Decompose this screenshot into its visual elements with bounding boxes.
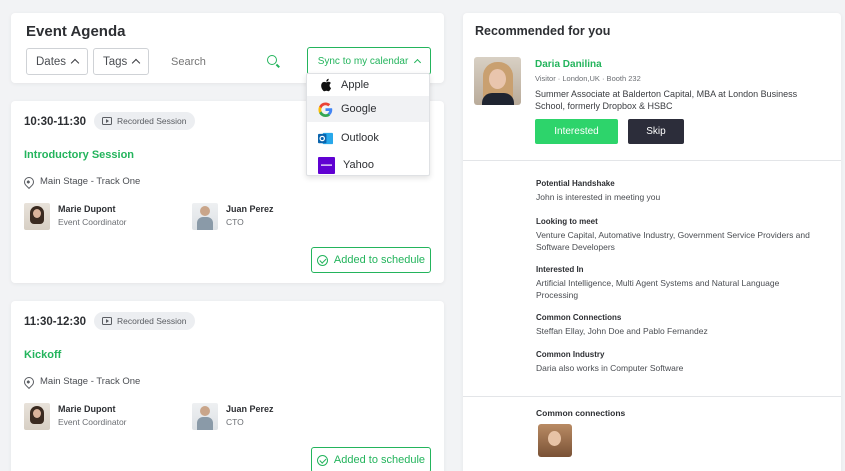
outlook-icon [318,131,333,146]
chevron-up-icon [414,58,422,67]
calendar-option-yahoo[interactable]: Yahoo [307,156,429,174]
video-icon [102,317,112,325]
profile-meta: Visitor · London,UK · Booth 232 [535,74,641,83]
calendar-option-label: Apple [341,79,370,91]
detail-label: Common Industry [536,350,605,359]
profile-avatar[interactable] [474,57,521,105]
speaker-name: Juan Perez [226,204,274,214]
badge-label: Recorded Session [117,116,187,126]
detail-value: Artificial Intelligence, Multi Agent Sys… [536,278,780,300]
recommended-panel: Recommended for you Daria Danilina Visit… [463,13,841,471]
sync-calendar-label: Sync to my calendar [317,55,409,67]
avatar [192,203,218,230]
session-time: 10:30-11:30 [24,116,87,128]
avatar [24,403,50,430]
location-pin-icon [21,374,37,389]
interested-button[interactable]: Interested [535,119,618,144]
skip-button[interactable]: Skip [628,119,684,144]
speaker-name: Juan Perez [226,404,274,414]
speaker-name: Marie Dupont [58,404,116,414]
calendar-option-label: Google [341,103,377,115]
calendar-dropdown: Apple Google Outlook Yahoo [306,73,430,176]
search-input[interactable] [161,55,251,68]
speaker-name: Marie Dupont [58,204,116,214]
common-connections-label: Common connections [536,408,626,418]
detail-label: Potential Handshake [536,179,615,188]
session-title[interactable]: Kickoff [24,349,61,361]
check-circle-icon [316,254,328,266]
apple-icon [318,78,333,93]
divider [463,396,841,397]
added-to-schedule-label: Added to schedule [333,254,426,266]
video-icon [102,117,112,125]
chevron-up-icon [132,58,141,68]
calendar-option-outlook[interactable]: Outlook [307,129,429,147]
divider [463,160,841,161]
tags-filter-button[interactable]: Tags [93,48,150,75]
detail-value: John is interested in meeting you [536,192,661,202]
calendar-option-apple[interactable]: Apple [307,77,429,93]
calendar-option-label: Yahoo [343,159,374,171]
tags-filter-label: Tags [103,55,128,68]
badge-label: Recorded Session [117,316,187,326]
yahoo-icon [318,156,335,174]
speaker[interactable]: Juan Perez CTO [192,403,274,430]
speaker-role: CTO [226,417,244,427]
google-icon [318,101,333,117]
dates-filter-label: Dates [36,55,67,68]
recorded-session-badge: Recorded Session [94,112,196,130]
detail-label: Common Connections [536,313,622,322]
speaker-role: Event Coordinator [58,417,127,427]
avatar [24,203,50,230]
session-time: 11:30-12:30 [24,316,87,328]
speaker-role: Event Coordinator [58,217,127,227]
session-card: 11:30-12:30 Recorded Session Kickoff Mai… [11,301,444,471]
added-to-schedule-label: Added to schedule [333,454,426,466]
recorded-session-badge: Recorded Session [94,312,196,330]
detail-label: Interested In [536,265,584,274]
speaker[interactable]: Marie Dupont Event Coordinator [24,203,127,230]
avatar [192,403,218,430]
session-location: Main Stage - Track One [21,374,141,389]
profile-name[interactable]: Daria Danilina [535,59,602,70]
chevron-up-icon [70,58,80,68]
detail-value: Venture Capital, Automative Industry, Go… [536,230,810,252]
detail-value: Steffan Ellay, John Doe and Pablo Fernan… [536,326,708,336]
calendar-option-label: Outlook [341,132,379,144]
session-location: Main Stage - Track One [21,174,141,189]
session-title[interactable]: Introductory Session [24,149,134,161]
location-pin-icon [21,174,37,189]
dates-filter-button[interactable]: Dates [26,48,89,75]
search-box [161,48,281,75]
speaker-role: CTO [226,217,244,227]
added-to-schedule-button[interactable]: Added to schedule [311,447,431,471]
search-icon[interactable] [267,55,277,65]
location-label: Main Stage - Track One [40,176,141,187]
speaker[interactable]: Marie Dupont Event Coordinator [24,403,127,430]
sync-calendar-button[interactable]: Sync to my calendar [307,47,431,75]
location-label: Main Stage - Track One [40,376,141,387]
recommended-title: Recommended for you [475,24,611,38]
connection-avatar[interactable] [538,424,572,457]
speaker[interactable]: Juan Perez CTO [192,203,274,230]
detail-label: Looking to meet [536,217,598,226]
detail-value: Daria also works in Computer Software [536,363,684,373]
page-title: Event Agenda [26,23,126,40]
check-circle-icon [316,454,328,466]
calendar-option-google[interactable]: Google [307,96,429,122]
added-to-schedule-button[interactable]: Added to schedule [311,247,431,273]
profile-bio: Summer Associate at Balderton Capital, M… [535,89,798,111]
